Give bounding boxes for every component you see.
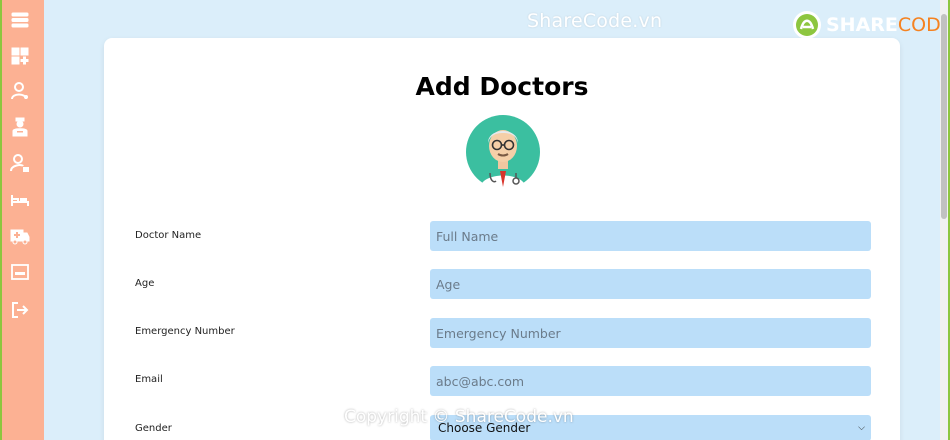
page-title: Add Doctors xyxy=(415,72,589,101)
watermark-text: ShareCode.vn xyxy=(527,10,663,32)
doctor-name-input[interactable] xyxy=(430,221,871,251)
sidebar xyxy=(2,0,44,440)
doctor-avatar-icon xyxy=(466,115,540,189)
add-doctor-card: Add Doctors Doctor Name Age Emergency Nu… xyxy=(104,38,900,440)
user-icon[interactable] xyxy=(10,81,30,101)
logout-icon[interactable] xyxy=(10,300,30,320)
page-scrollbar[interactable] xyxy=(940,0,948,440)
logo-text: SHARECODE.vn xyxy=(826,14,948,36)
doctor-icon[interactable] xyxy=(10,117,30,137)
scrollbar-thumb[interactable] xyxy=(941,14,947,219)
chevron-down-icon: ⌵ xyxy=(858,423,865,433)
room-icon[interactable] xyxy=(10,262,30,282)
label-emergency-number: Emergency Number xyxy=(135,326,235,337)
app-frame: ShareCode.vn SHARECODE.vn Add Doctors xyxy=(2,0,948,440)
label-email: Email xyxy=(135,374,163,385)
user-lock-icon[interactable] xyxy=(10,153,30,173)
label-gender: Gender xyxy=(135,423,172,434)
dashboard-add-icon[interactable] xyxy=(10,46,30,66)
logo-share: SHARE xyxy=(826,14,898,36)
copyright-watermark: Copyright © ShareCode.vn xyxy=(344,407,574,427)
logo-mark-icon xyxy=(793,11,821,39)
sharecode-logo: SHARECODE.vn xyxy=(792,10,948,40)
menu-icon[interactable] xyxy=(10,10,30,30)
email-input[interactable] xyxy=(430,366,871,396)
age-input[interactable] xyxy=(430,269,871,299)
label-doctor-name: Doctor Name xyxy=(135,230,202,241)
emergency-number-input[interactable] xyxy=(430,318,871,348)
bed-icon[interactable] xyxy=(10,190,30,210)
ambulance-icon[interactable] xyxy=(10,226,30,246)
label-age: Age xyxy=(135,278,155,289)
